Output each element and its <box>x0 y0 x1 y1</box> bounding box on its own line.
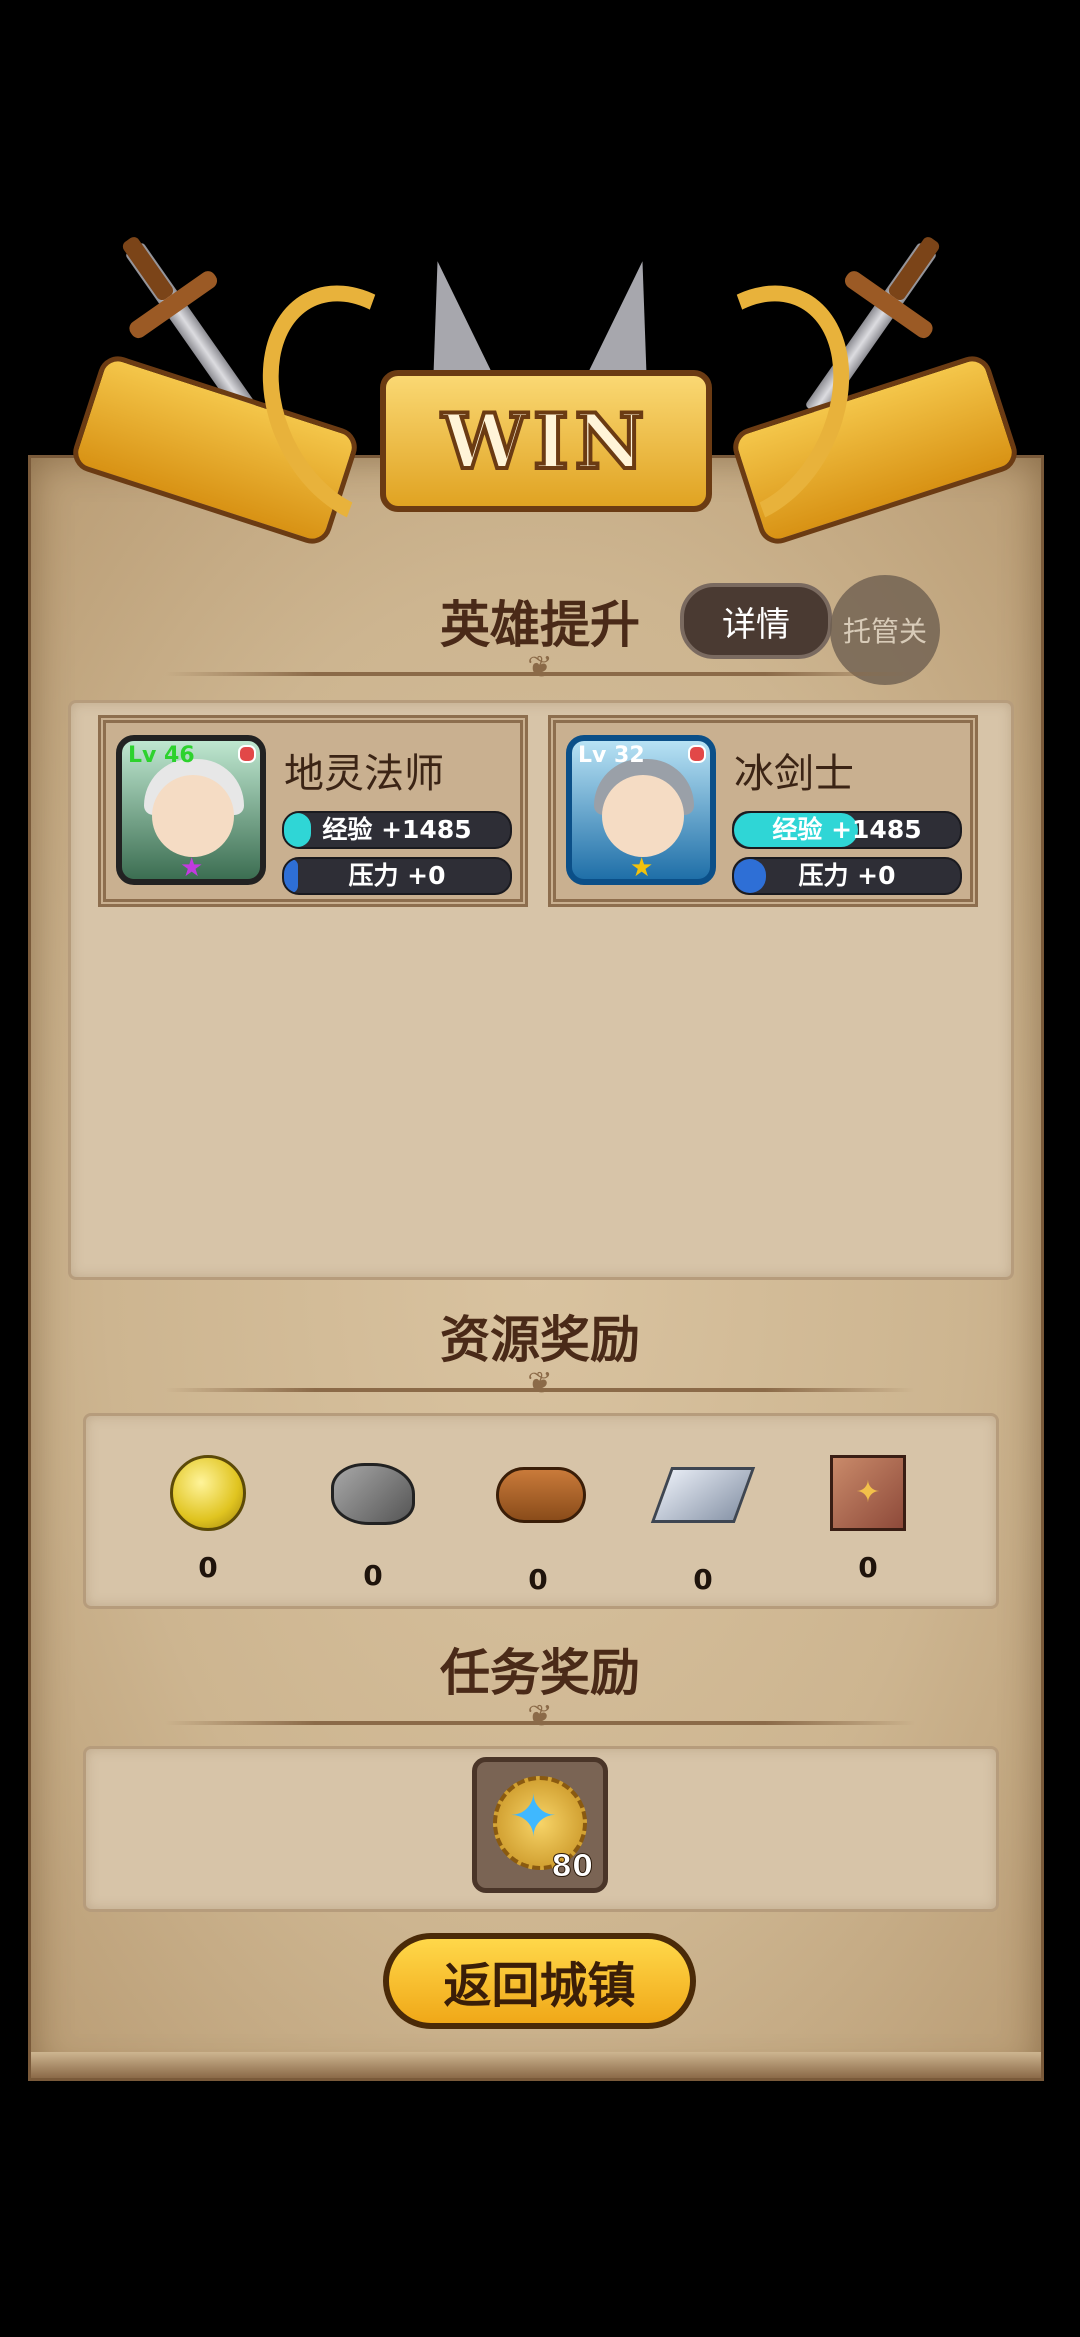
return-to-town-button[interactable]: 返回城镇 <box>383 1933 696 2029</box>
resource-item: 0 <box>323 1455 423 1592</box>
gold-coin-icon <box>170 1455 246 1531</box>
hero-name: 冰剑士 <box>734 751 854 797</box>
section-divider <box>165 1388 915 1392</box>
hero-level: Lv 46 <box>128 743 195 768</box>
exp-label: 经验 +1485 <box>772 815 922 844</box>
stone-icon <box>331 1463 415 1525</box>
cloth-icon: ✦ <box>830 1455 906 1531</box>
resource-item: 0 <box>650 1455 756 1596</box>
hero-section-title: 英雄提升 <box>440 596 640 654</box>
spear-icon <box>588 255 672 385</box>
resource-count: 0 <box>198 1551 218 1584</box>
hero-portrait: Lv 32 ★ <box>566 735 716 885</box>
resource-item: 0 <box>158 1455 258 1584</box>
notification-dot-icon <box>688 745 706 763</box>
resource-count: 0 <box>693 1563 713 1596</box>
hero-name: 地灵法师 <box>284 751 444 797</box>
hero-card[interactable]: Lv 46 ★ 地灵法师 经验 +1485 压力 +0 <box>98 715 528 907</box>
resource-count: 0 <box>528 1563 548 1596</box>
resource-item: 0 <box>488 1455 588 1596</box>
pressure-label: 压力 +0 <box>348 861 446 890</box>
section-divider <box>165 672 915 676</box>
auto-battle-button[interactable]: 托管关 <box>830 575 940 685</box>
exp-bar: 经验 +1485 <box>732 811 962 849</box>
win-title: WIN <box>440 395 651 488</box>
resource-item: ✦ 0 <box>818 1455 918 1584</box>
hero-level: Lv 32 <box>578 743 645 768</box>
wood-log-icon <box>496 1467 586 1523</box>
iron-ingot-icon <box>650 1467 756 1523</box>
resource-count: 0 <box>858 1551 878 1584</box>
star-icon: ★ <box>630 853 654 883</box>
star-icon: ★ <box>180 853 204 883</box>
pressure-bar: 压力 +0 <box>732 857 962 895</box>
task-reward-item[interactable]: ✦ 80 <box>472 1757 608 1893</box>
pressure-label: 压力 +0 <box>798 861 896 890</box>
resource-count: 0 <box>363 1559 383 1592</box>
resource-section-title: 资源奖励 <box>440 1311 640 1369</box>
task-section-title: 任务奖励 <box>440 1644 640 1702</box>
notification-dot-icon <box>238 745 256 763</box>
hero-card[interactable]: Lv 32 ★ 冰剑士 经验 +1485 压力 +0 <box>548 715 978 907</box>
pressure-bar: 压力 +0 <box>282 857 512 895</box>
exp-bar: 经验 +1485 <box>282 811 512 849</box>
detail-button[interactable]: 详情 <box>680 583 832 659</box>
reward-count: 80 <box>551 1849 594 1885</box>
exp-label: 经验 +1485 <box>322 815 472 844</box>
hero-portrait: Lv 46 ★ <box>116 735 266 885</box>
win-banner: WIN <box>60 230 1022 590</box>
section-divider <box>165 1721 915 1725</box>
ribbon-center: WIN <box>380 370 712 512</box>
